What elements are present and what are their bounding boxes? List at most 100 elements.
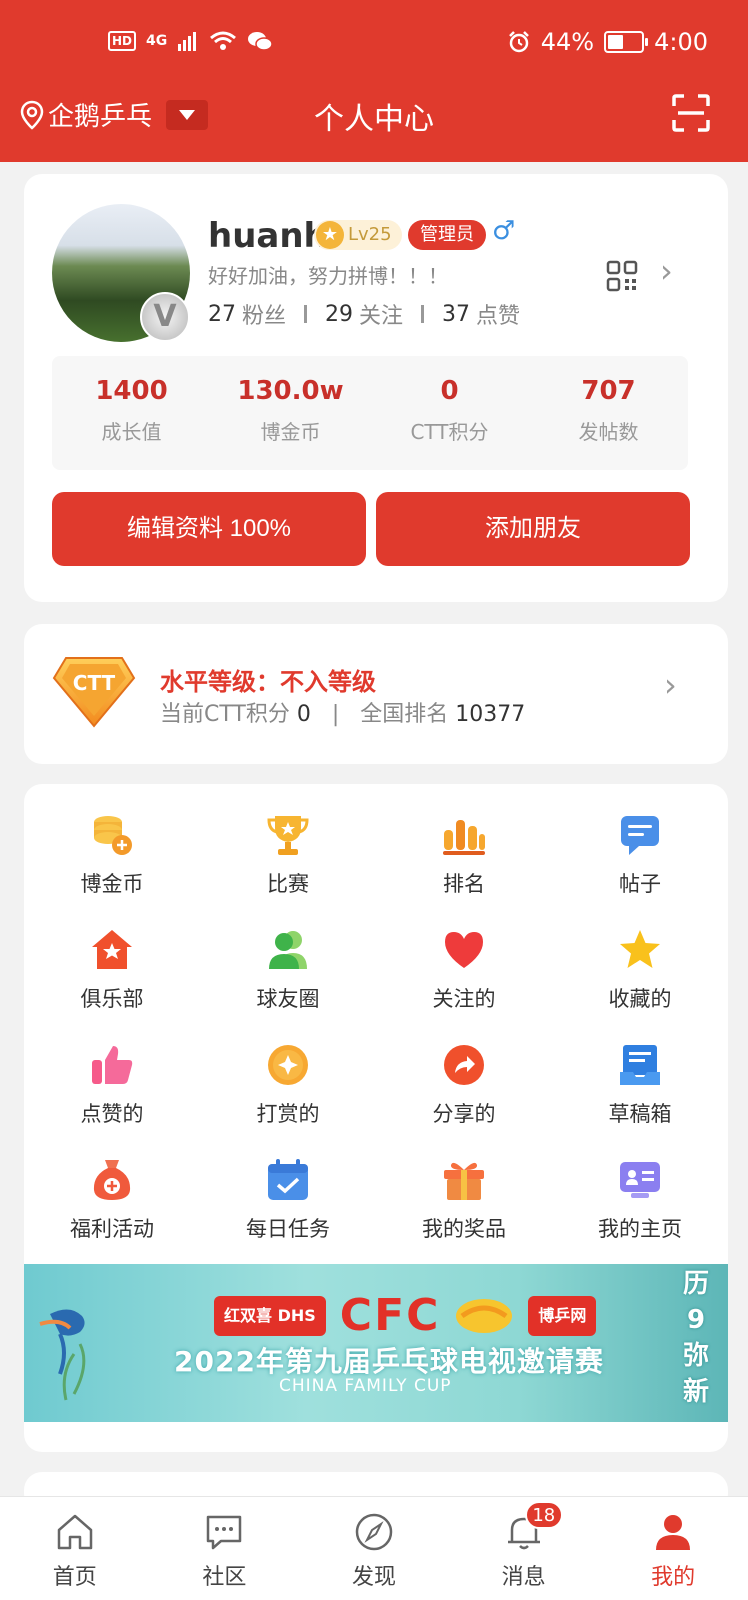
gift-icon — [444, 1162, 484, 1200]
metric-label: CTT积分 — [410, 420, 489, 444]
qr-code-icon[interactable] — [606, 260, 638, 292]
menu-item-ranking[interactable]: 排名 — [376, 804, 552, 919]
bird-illustration — [39, 1309, 86, 1401]
metric-label: 成长值 — [101, 420, 162, 444]
divider — [304, 305, 308, 323]
menu-item-following[interactable]: 关注的 — [376, 919, 552, 1034]
menu-item-prizes[interactable]: 我的奖品 — [376, 1149, 552, 1264]
tab-label: 我的 — [651, 1565, 696, 1590]
menu-item-liked[interactable]: 点赞的 — [24, 1034, 200, 1149]
sponsor-logos: 红双喜 DHS CFC 博乒网 — [214, 1290, 597, 1341]
banner-title: 2022年第九届乒乓球电视邀请赛 — [174, 1345, 604, 1378]
menu-label: 比赛 — [267, 872, 309, 896]
rank-value: 10377 — [455, 702, 526, 727]
metric-growth[interactable]: 1400 成长值 — [52, 356, 211, 470]
tab-messages[interactable]: 18 消息 — [449, 1497, 599, 1600]
metric-coins[interactable]: 130.0w 博金币 — [211, 356, 370, 470]
metric-value: 1400 — [95, 376, 168, 406]
likes-count[interactable]: 37 — [442, 302, 470, 327]
menu-label: 草稿箱 — [608, 1102, 672, 1126]
compass-icon — [355, 1513, 393, 1551]
unread-badge: 18 — [524, 1501, 563, 1529]
menu-label: 我的主页 — [598, 1217, 682, 1241]
tab-discover[interactable]: 发现 — [299, 1497, 449, 1600]
tab-label: 发现 — [351, 1565, 396, 1590]
fans-label: 粉丝 — [242, 304, 287, 329]
menu-grid: 博金币 比赛 排名 帖子 俱乐部 球友圈 关注的 收藏的 点赞的 打赏的 分享的… — [24, 804, 728, 1264]
male-gender-icon: ♂ — [492, 216, 516, 246]
chevron-right-icon[interactable]: › — [664, 666, 677, 704]
menu-item-friends[interactable]: 球友圈 — [200, 919, 376, 1034]
metric-ctt-points[interactable]: 0 CTT积分 — [370, 356, 529, 470]
menu-item-shared[interactable]: 分享的 — [376, 1034, 552, 1149]
edit-profile-button[interactable]: 编辑资料 100% — [52, 492, 366, 566]
alarm-icon — [508, 31, 529, 53]
chat-icon — [207, 1515, 242, 1550]
coins-icon — [94, 816, 132, 855]
level-label: Lv25 — [348, 224, 392, 245]
scan-icon[interactable] — [672, 94, 710, 132]
verified-badge-icon: V — [140, 292, 190, 342]
following-count[interactable]: 29 — [325, 302, 353, 327]
fans-count[interactable]: 27 — [208, 302, 236, 327]
points-label: 当前CTT积分 — [160, 702, 290, 727]
username: huanh — [208, 216, 328, 256]
header: HD 4G 44% 4:00 企鹅乒乓 个人中心 — [0, 0, 748, 162]
menu-item-match[interactable]: 比赛 — [200, 804, 376, 919]
menu-label: 打赏的 — [256, 1102, 320, 1126]
tab-label: 消息 — [501, 1565, 546, 1590]
menu-label: 排名 — [443, 872, 485, 896]
menu-label: 点赞的 — [80, 1102, 144, 1126]
signature: 好好加油，努力拼博！！！ — [208, 264, 448, 288]
tab-home[interactable]: 首页 — [0, 1497, 150, 1600]
menu-label: 收藏的 — [608, 987, 672, 1011]
person-icon — [656, 1515, 691, 1550]
menu-item-drafts[interactable]: 草稿箱 — [552, 1034, 728, 1149]
social-stats: 27 粉丝 29 关注 37 点赞 — [208, 298, 520, 330]
tab-label: 社区 — [202, 1565, 247, 1590]
menu-item-coins[interactable]: 博金币 — [24, 804, 200, 919]
menu-item-favorites[interactable]: 收藏的 — [552, 919, 728, 1034]
menu-label: 帖子 — [619, 872, 661, 896]
menu-label: 每日任务 — [246, 1217, 330, 1241]
menu-item-homepage[interactable]: 我的主页 — [552, 1149, 728, 1264]
tab-community[interactable]: 社区 — [150, 1497, 300, 1600]
heart-icon — [445, 932, 483, 968]
following-label: 关注 — [359, 304, 404, 329]
menu-item-club[interactable]: 俱乐部 — [24, 919, 200, 1034]
promo-banner[interactable]: 红双喜 DHS CFC 博乒网 2022年第九届乒乓球电视邀请赛 CHINA F… — [24, 1264, 728, 1422]
drafts-icon — [620, 1045, 660, 1085]
star-icon — [620, 930, 660, 968]
tab-mine[interactable]: 我的 — [598, 1497, 748, 1600]
hd-icon: HD — [108, 31, 137, 51]
ranking-icon — [443, 820, 485, 855]
menu-label: 分享的 — [432, 1102, 496, 1126]
metric-label: 发帖数 — [578, 420, 639, 444]
menu-item-daily-task[interactable]: 每日任务 — [200, 1149, 376, 1264]
metrics-panel: 1400 成长值 130.0w 博金币 0 CTT积分 707 发帖数 — [52, 356, 688, 470]
welfare-icon — [93, 1160, 131, 1200]
ctt-level-card[interactable]: CTT 水平等级：不入等级 当前CTT积分 0 | 全国排名 10377 › — [24, 624, 728, 764]
rank-label: 全国排名 — [360, 702, 449, 727]
menu-label: 球友圈 — [256, 987, 320, 1011]
signal-icon — [178, 32, 197, 51]
thumbs-up-icon — [92, 1046, 133, 1084]
menu-item-rewarded[interactable]: 打赏的 — [200, 1034, 376, 1149]
menu-label: 我的奖品 — [422, 1217, 506, 1241]
profile-card: V huanh ★ Lv25 管理员 ♂ 好好加油，努力拼博！！！ 27 粉丝 … — [24, 174, 728, 602]
homepage-icon — [620, 1162, 660, 1198]
add-friend-button[interactable]: 添加朋友 — [376, 492, 690, 566]
banner-subtitle: CHINA FAMILY CUP — [279, 1376, 452, 1396]
divider — [421, 305, 425, 323]
menu-item-posts[interactable]: 帖子 — [552, 804, 728, 919]
daily-task-icon — [268, 1159, 308, 1200]
metric-value: 0 — [440, 376, 459, 406]
menu-card: 博金币 比赛 排名 帖子 俱乐部 球友圈 关注的 收藏的 点赞的 打赏的 分享的… — [24, 784, 728, 1452]
star-icon: ★ — [316, 221, 344, 249]
post-icon — [621, 816, 659, 855]
level-title: 水平等级：不入等级 — [160, 668, 376, 696]
chevron-right-icon[interactable]: › — [660, 252, 673, 290]
reward-icon — [268, 1045, 308, 1085]
metric-posts[interactable]: 707 发帖数 — [529, 356, 688, 470]
menu-item-welfare[interactable]: 福利活动 — [24, 1149, 200, 1264]
